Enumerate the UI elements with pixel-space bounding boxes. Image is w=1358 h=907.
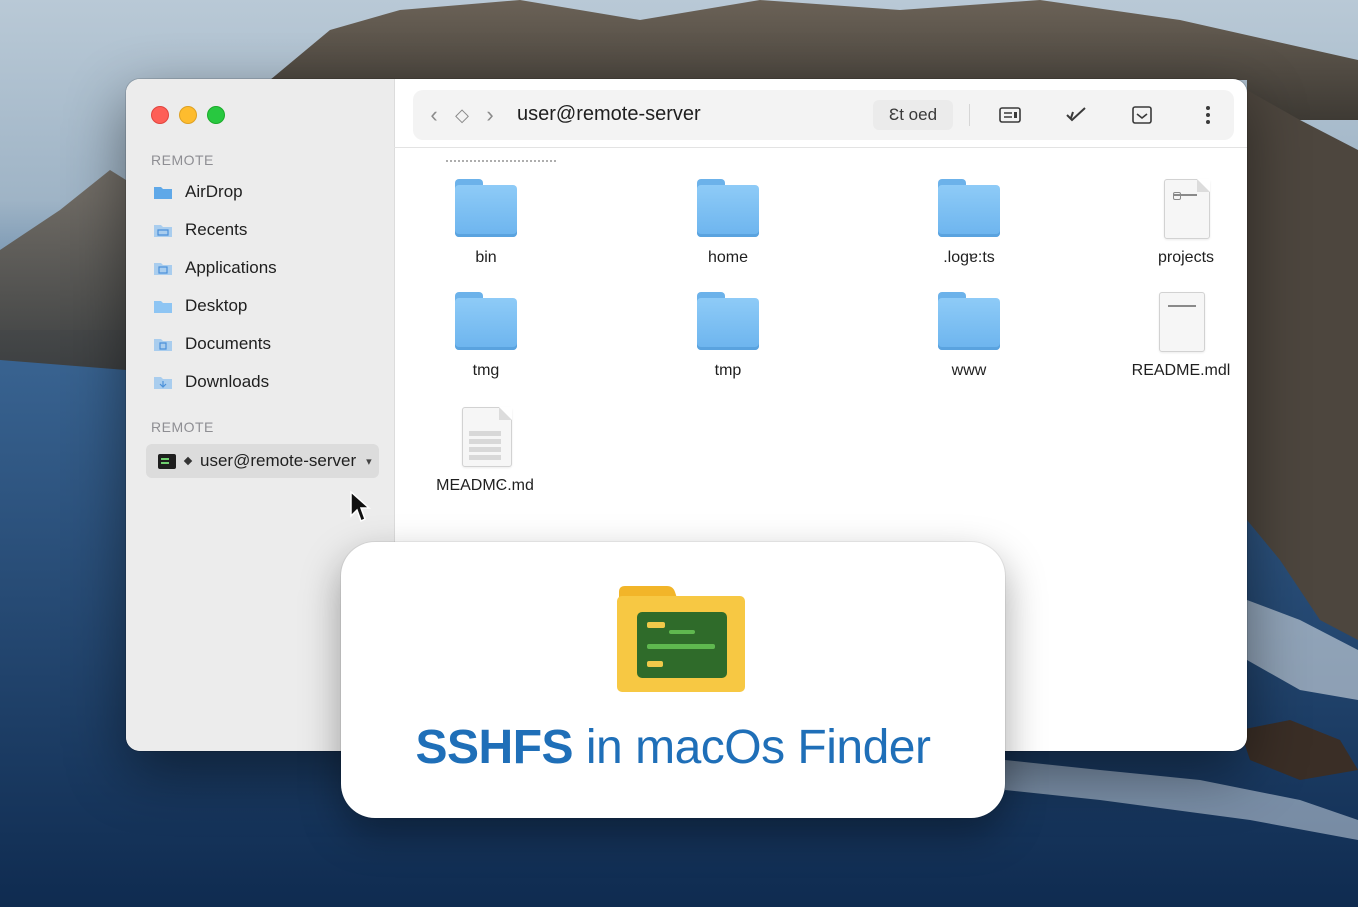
chevron-down-icon[interactable]: ▾ bbox=[366, 455, 372, 468]
sidebar-item-label: Documents bbox=[185, 334, 271, 353]
file-name: MEADMϾ.md bbox=[436, 477, 534, 494]
file-name: tmp bbox=[714, 362, 742, 379]
file-name: projects bbox=[1157, 249, 1215, 266]
sshfs-folder-icon bbox=[617, 586, 745, 692]
file-name: README.mdl bbox=[1131, 362, 1231, 379]
path-diamond-icon[interactable]: ◇ bbox=[451, 102, 473, 128]
sidebar-item-remote-server[interactable]: user@remote-server ▾ bbox=[146, 444, 379, 478]
sidebar-item-label: AirDrop bbox=[185, 182, 243, 201]
sidebar-item-label: Recents bbox=[185, 220, 248, 239]
file-item-home[interactable]: home bbox=[653, 179, 803, 267]
zoom-button[interactable] bbox=[207, 106, 225, 124]
sidebar-item-label: Applications bbox=[185, 258, 277, 277]
mouse-cursor-icon bbox=[350, 490, 371, 523]
tray-icon[interactable] bbox=[1127, 100, 1157, 130]
close-button[interactable] bbox=[151, 106, 169, 124]
file-item-meadme[interactable]: MEADMϾ.md bbox=[410, 407, 560, 495]
column-header-strip bbox=[446, 160, 556, 162]
downloads-folder-icon bbox=[154, 377, 172, 389]
card-title: SSHFS in macOs Finder bbox=[341, 720, 1005, 775]
spreadsheet-icon bbox=[454, 407, 516, 467]
toolbar-divider bbox=[394, 147, 1247, 148]
toolbar-separator bbox=[969, 104, 970, 126]
back-chevron-icon[interactable]: ‹ bbox=[423, 102, 445, 128]
airdrop-folder-icon bbox=[154, 187, 172, 199]
folder-icon bbox=[938, 179, 1000, 237]
more-icon[interactable] bbox=[1193, 100, 1223, 130]
file-item-logs[interactable]: .logɐ:ts bbox=[894, 179, 1044, 267]
sidebar-item-recents[interactable]: Recents bbox=[153, 215, 247, 245]
sidebar-item-desktop[interactable]: Desktop bbox=[153, 291, 247, 321]
file-item-www[interactable]: www bbox=[894, 292, 1044, 380]
check-icon[interactable] bbox=[1061, 100, 1091, 130]
applications-folder-icon bbox=[154, 263, 172, 275]
document-icon bbox=[1150, 292, 1212, 352]
terminal-icon bbox=[158, 453, 176, 469]
folder-icon bbox=[455, 292, 517, 350]
card-title-rest: in macOs Finder bbox=[573, 721, 931, 774]
folder-icon bbox=[455, 179, 517, 237]
file-name: home bbox=[707, 249, 749, 266]
window-title: user@remote-server bbox=[517, 103, 701, 125]
sidebar-section-label: REMOTE bbox=[151, 419, 214, 435]
documents-folder-icon bbox=[154, 339, 172, 351]
minimize-button[interactable] bbox=[179, 106, 197, 124]
file-name: bin bbox=[475, 249, 497, 266]
toolbar: ‹ ◇ › user@remote-server Ɛt oed bbox=[413, 90, 1234, 140]
folder-icon bbox=[697, 179, 759, 237]
title-card: SSHFS in macOs Finder bbox=[341, 542, 1005, 818]
recents-folder-icon bbox=[154, 225, 172, 237]
file-item-tmg[interactable]: tmg bbox=[411, 292, 561, 380]
file-item-readme[interactable]: README.mdl bbox=[1106, 292, 1247, 380]
folder-icon bbox=[938, 292, 1000, 350]
sidebar-item-downloads[interactable]: Downloads bbox=[153, 367, 269, 397]
file-name: www bbox=[951, 362, 987, 379]
window-controls bbox=[151, 106, 225, 124]
file-name: tmg bbox=[472, 362, 500, 379]
toolbar-action-button[interactable]: Ɛt oed bbox=[873, 100, 953, 130]
desktop-folder-icon bbox=[154, 301, 172, 313]
file-item-projects[interactable]: projects bbox=[1111, 179, 1247, 267]
file-name: .logɐ:ts bbox=[943, 249, 995, 266]
sidebar-item-label: Desktop bbox=[185, 296, 248, 315]
sidebar-item-label: user@remote-server bbox=[200, 451, 357, 470]
file-item-bin[interactable]: bin bbox=[411, 179, 561, 267]
sidebar-item-applications[interactable]: Applications bbox=[153, 253, 277, 283]
forward-chevron-icon[interactable]: › bbox=[479, 102, 501, 128]
folder-icon bbox=[697, 292, 759, 350]
sidebar-section-label: REMOTE bbox=[151, 152, 214, 168]
eject-diamond-icon bbox=[183, 456, 193, 466]
card-title-bold: SSHFS bbox=[415, 721, 574, 774]
sidebar-item-documents[interactable]: Documents bbox=[153, 329, 271, 359]
document-icon bbox=[1155, 179, 1217, 239]
sidebar-item-airdrop[interactable]: AirDrop bbox=[153, 177, 243, 207]
sidebar-item-label: Downloads bbox=[185, 372, 270, 391]
file-item-tmp[interactable]: tmp bbox=[653, 292, 803, 380]
view-icon[interactable] bbox=[995, 100, 1025, 130]
